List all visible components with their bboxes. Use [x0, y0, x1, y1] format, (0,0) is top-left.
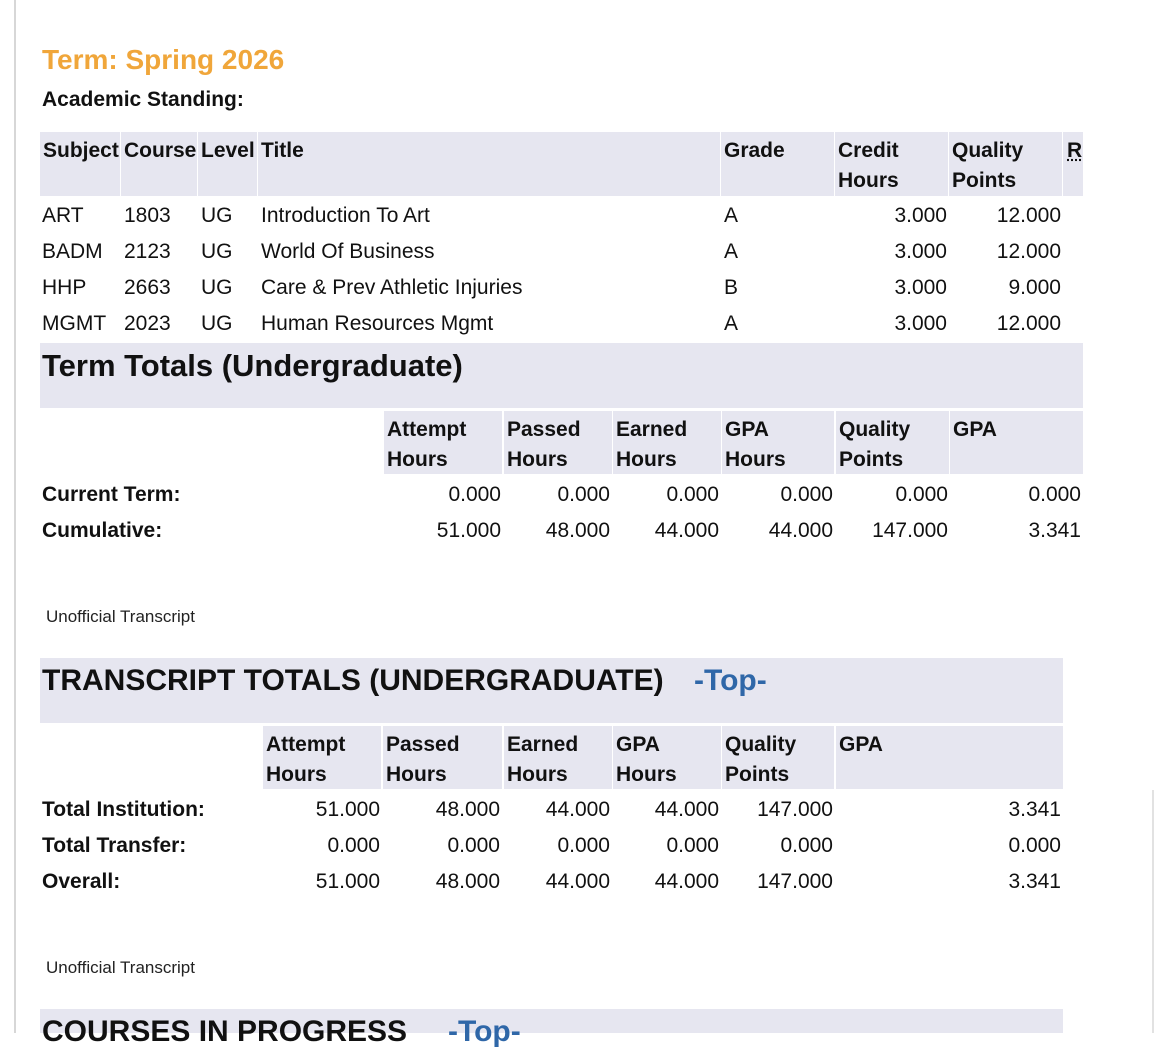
- course-number: 2123: [124, 240, 171, 263]
- value-passed-hours: 48.000: [435, 870, 500, 893]
- value-earned-hours: 44.000: [545, 798, 610, 821]
- value-gpa-hours: 0.000: [780, 483, 833, 506]
- value-quality-points: 0.000: [780, 834, 833, 857]
- course-grade: B: [724, 276, 739, 299]
- value-gpa: 3.341: [1008, 798, 1061, 821]
- term-header-quality-points: Quality Points: [836, 411, 949, 474]
- left-page-border: [14, 0, 16, 1033]
- value-quality-points: 147.000: [872, 519, 948, 542]
- unofficial-transcript-label: Unofficial Transcript: [46, 958, 195, 977]
- term-title: Term: Spring 2026: [42, 44, 285, 75]
- course-subject: ART: [42, 204, 84, 227]
- course-level: UG: [201, 240, 233, 263]
- value-quality-points: 147.000: [757, 870, 833, 893]
- course-subject: MGMT: [42, 312, 107, 335]
- course-title: Introduction To Art: [261, 204, 430, 227]
- value-gpa: 0.000: [1008, 834, 1061, 857]
- transcript-header-attempt-hours: Attempt Hours: [263, 726, 381, 789]
- value-earned-hours: 0.000: [557, 834, 610, 857]
- transcript-header-gpa: GPA: [836, 726, 1063, 789]
- term-header-gpa: GPA: [950, 411, 1083, 474]
- header-subject: Subject: [40, 132, 120, 196]
- top-link[interactable]: -Top-: [448, 1015, 521, 1049]
- value-earned-hours: 44.000: [654, 519, 719, 542]
- course-title: Human Resources Mgmt: [261, 312, 494, 335]
- transcript-header-gpa-hours: GPA Hours: [613, 726, 721, 789]
- header-level: Level: [198, 132, 257, 196]
- header-r[interactable]: R: [1063, 132, 1083, 196]
- unofficial-transcript-label: Unofficial Transcript: [46, 607, 195, 626]
- value-gpa-hours: 44.000: [654, 798, 719, 821]
- course-subject: HHP: [42, 276, 87, 299]
- term-header-passed-hours: Passed Hours: [504, 411, 612, 474]
- value-passed-hours: 0.000: [447, 834, 500, 857]
- course-quality-points: 12.000: [996, 240, 1061, 263]
- top-link[interactable]: -Top-: [694, 664, 767, 698]
- value-gpa: 0.000: [1028, 483, 1081, 506]
- transcript-header-quality-points: Quality Points: [722, 726, 834, 789]
- header-credit-hours: Credit Hours: [835, 132, 948, 196]
- course-level: UG: [201, 312, 233, 335]
- row-label: Cumulative:: [42, 519, 163, 542]
- header-title: Title: [258, 132, 720, 196]
- value-passed-hours: 48.000: [435, 798, 500, 821]
- value-quality-points: 147.000: [757, 798, 833, 821]
- course-number: 2663: [124, 276, 171, 299]
- value-attempt-hours: 51.000: [315, 798, 380, 821]
- row-label: Total Transfer:: [42, 834, 187, 857]
- academic-standing-label: Academic Standing:: [42, 88, 244, 111]
- header-grade: Grade: [721, 132, 834, 196]
- course-subject: BADM: [42, 240, 103, 263]
- value-attempt-hours: 51.000: [436, 519, 501, 542]
- scrollbar-track[interactable]: [1152, 790, 1162, 1033]
- value-gpa-hours: 44.000: [768, 519, 833, 542]
- term-header-attempt-hours: Attempt Hours: [384, 411, 502, 474]
- course-title: World Of Business: [261, 240, 435, 263]
- value-attempt-hours: 0.000: [327, 834, 380, 857]
- header-r-label: R: [1067, 139, 1083, 162]
- row-label: Overall:: [42, 870, 121, 893]
- value-quality-points: 0.000: [895, 483, 948, 506]
- term-header-earned-hours: Earned Hours: [613, 411, 721, 474]
- term-totals-title: Term Totals (Undergraduate): [42, 348, 463, 383]
- course-credit-hours: 3.000: [894, 276, 947, 299]
- value-earned-hours: 0.000: [666, 483, 719, 506]
- course-credit-hours: 3.000: [894, 204, 947, 227]
- course-grade: A: [724, 312, 739, 335]
- course-level: UG: [201, 276, 233, 299]
- value-earned-hours: 44.000: [545, 870, 610, 893]
- course-quality-points: 9.000: [1008, 276, 1061, 299]
- course-title: Care & Prev Athletic Injuries: [261, 276, 523, 299]
- value-passed-hours: 48.000: [545, 519, 610, 542]
- courses-in-progress-title: COURSES IN PROGRESS: [42, 1015, 408, 1048]
- header-course: Course: [121, 132, 197, 196]
- header-quality-points: Quality Points: [949, 132, 1062, 196]
- course-quality-points: 12.000: [996, 204, 1061, 227]
- value-passed-hours: 0.000: [557, 483, 610, 506]
- value-attempt-hours: 0.000: [448, 483, 501, 506]
- transcript-header-passed-hours: Passed Hours: [383, 726, 502, 789]
- course-credit-hours: 3.000: [894, 240, 947, 263]
- course-quality-points: 12.000: [996, 312, 1061, 335]
- term-header-gpa-hours: GPA Hours: [722, 411, 834, 474]
- row-label: Current Term:: [42, 483, 181, 506]
- transcript-totals-title: TRANSCRIPT TOTALS (UNDERGRADUATE): [42, 664, 664, 697]
- course-credit-hours: 3.000: [894, 312, 947, 335]
- value-attempt-hours: 51.000: [315, 870, 380, 893]
- value-gpa-hours: 0.000: [666, 834, 719, 857]
- row-label: Total Institution:: [42, 798, 205, 821]
- course-grade: A: [724, 240, 739, 263]
- value-gpa: 3.341: [1008, 870, 1061, 893]
- course-grade: A: [724, 204, 739, 227]
- course-number: 2023: [124, 312, 171, 335]
- value-gpa-hours: 44.000: [654, 870, 719, 893]
- transcript-header-earned-hours: Earned Hours: [504, 726, 612, 789]
- course-number: 1803: [124, 204, 171, 227]
- value-gpa: 3.341: [1028, 519, 1081, 542]
- course-level: UG: [201, 204, 233, 227]
